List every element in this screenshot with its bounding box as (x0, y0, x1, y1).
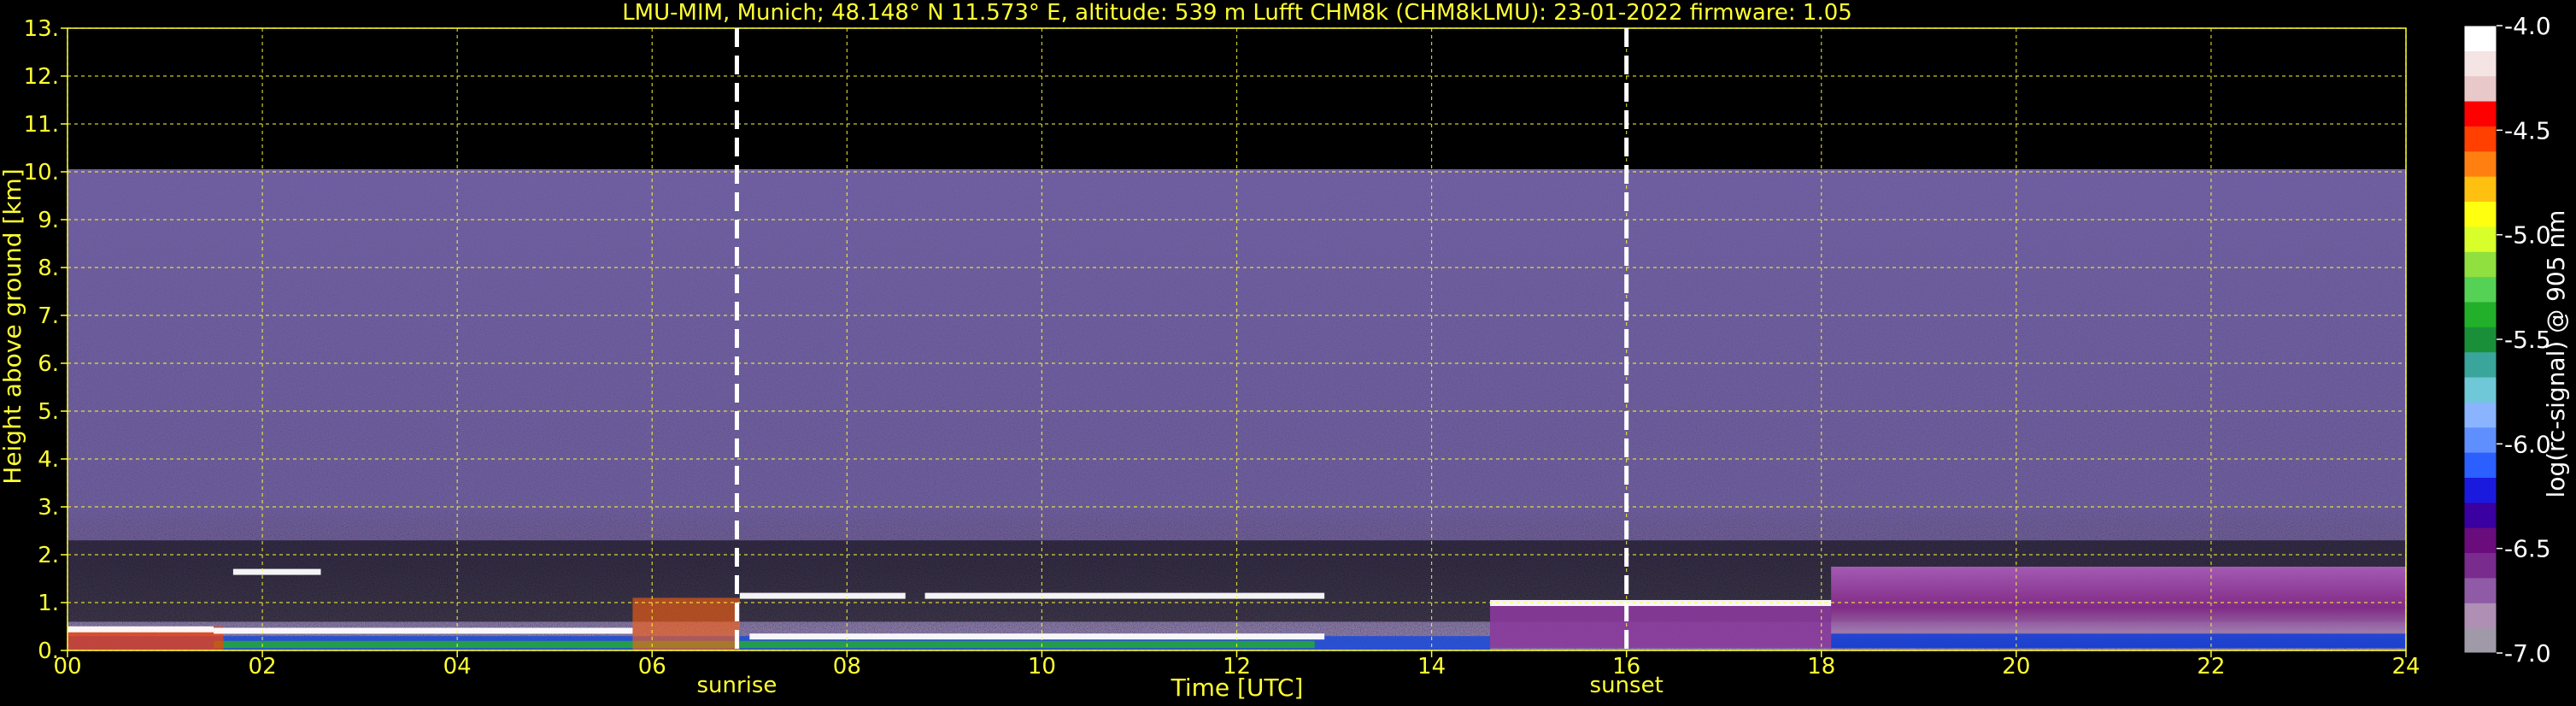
colorbar-swatch (2464, 101, 2497, 126)
colorbar-tick-label: -6.5 (2504, 535, 2551, 563)
x-tick-label: 24 (2391, 654, 2420, 680)
colorbar-swatch (2464, 452, 2497, 478)
x-tick-label: 22 (2197, 654, 2225, 680)
x-axis-label: Time [UTC] (1171, 674, 1304, 702)
x-tick-label: 20 (2002, 654, 2030, 680)
colorbar-swatch (2464, 126, 2497, 152)
colorbar-swatch (2464, 26, 2497, 51)
y-tick-label: 5. (38, 399, 59, 425)
event-label-sunrise: sunrise (696, 673, 777, 698)
x-tick-label: 06 (638, 654, 666, 680)
y-tick-label: 13. (24, 16, 59, 42)
x-tick-label: 18 (1807, 654, 1835, 680)
colorbar-tick-label: -7.0 (2504, 639, 2551, 668)
colorbar-swatch (2464, 402, 2497, 428)
x-tick-label: 14 (1417, 654, 1446, 680)
layer-boundary-green (214, 640, 1315, 649)
colorbar-swatch (2464, 276, 2497, 303)
colorbar-swatch (2464, 552, 2497, 579)
colorbar-swatch (2464, 502, 2497, 528)
colorbar-tick-label: -4.0 (2504, 12, 2551, 40)
y-tick-label: 11. (24, 112, 59, 138)
x-tick-label: 04 (443, 654, 472, 680)
ceilometer-chart: LMU-MIM, Munich; 48.148° N 11.573° E, al… (0, 0, 2570, 702)
colorbar-swatch (2464, 377, 2497, 403)
layer-evening-blue (1831, 633, 2406, 649)
x-tick-label: 00 (53, 654, 81, 680)
y-tick-label: 1. (38, 591, 59, 616)
y-tick-label: 2. (38, 543, 59, 568)
y-axis-ticks: 0.1.2.3.4.5.6.7.8.9.10.11.12.13. (24, 16, 67, 664)
cloud-line-morning (214, 627, 633, 634)
colorbar-swatch (2464, 527, 2497, 554)
y-tick-label: 9. (38, 208, 59, 233)
cloud-line-early (67, 626, 214, 632)
colorbar-swatch (2464, 226, 2497, 252)
colorbar-tick-label: -4.5 (2504, 116, 2551, 144)
colorbar-swatch (2464, 603, 2497, 629)
colorbar-label: log(rc-signal) @ 905 nm (2542, 210, 2570, 498)
colorbar-swatch (2464, 627, 2497, 654)
colorbar-swatch (2464, 351, 2497, 378)
layer-afternoon-band (1490, 603, 1832, 649)
colorbar-swatch (2464, 176, 2497, 203)
y-axis-label: Height above ground [km] (0, 168, 26, 485)
colorbar-swatch (2464, 75, 2497, 102)
layer-morning-plume (632, 597, 740, 650)
x-tick-label: 02 (249, 654, 277, 680)
cloud-line-midday (924, 592, 1325, 599)
y-tick-label: 4. (38, 447, 59, 473)
colorbar-swatch (2464, 251, 2497, 278)
y-tick-label: 6. (38, 351, 59, 377)
cloud-line-sunrise (739, 592, 906, 599)
colorbar-swatch (2464, 50, 2497, 77)
colorbar-swatch (2464, 327, 2497, 353)
y-tick-label: 8. (38, 256, 59, 281)
x-tick-label: 16 (1612, 654, 1640, 680)
colorbar: -4.0-4.5-5.0-5.5-6.0-6.5-7.0 (2463, 12, 2551, 668)
colorbar-swatch (2464, 577, 2497, 603)
cloud-line-low-day (749, 633, 1325, 640)
x-tick-label: 08 (833, 654, 861, 680)
colorbar-swatch (2464, 150, 2497, 177)
y-tick-label: 10. (24, 160, 59, 185)
x-tick-label: 10 (1028, 654, 1056, 680)
y-tick-label: 12. (24, 64, 59, 90)
colorbar-swatch (2464, 427, 2497, 453)
colorbar-swatch (2464, 477, 2497, 503)
cloud-line-2km (232, 568, 321, 575)
colorbar-swatch (2464, 301, 2497, 327)
y-tick-label: 7. (38, 303, 59, 329)
colorbar-swatch (2464, 201, 2497, 227)
chart-title: LMU-MIM, Munich; 48.148° N 11.573° E, al… (622, 0, 1852, 26)
y-tick-label: 3. (38, 495, 59, 521)
